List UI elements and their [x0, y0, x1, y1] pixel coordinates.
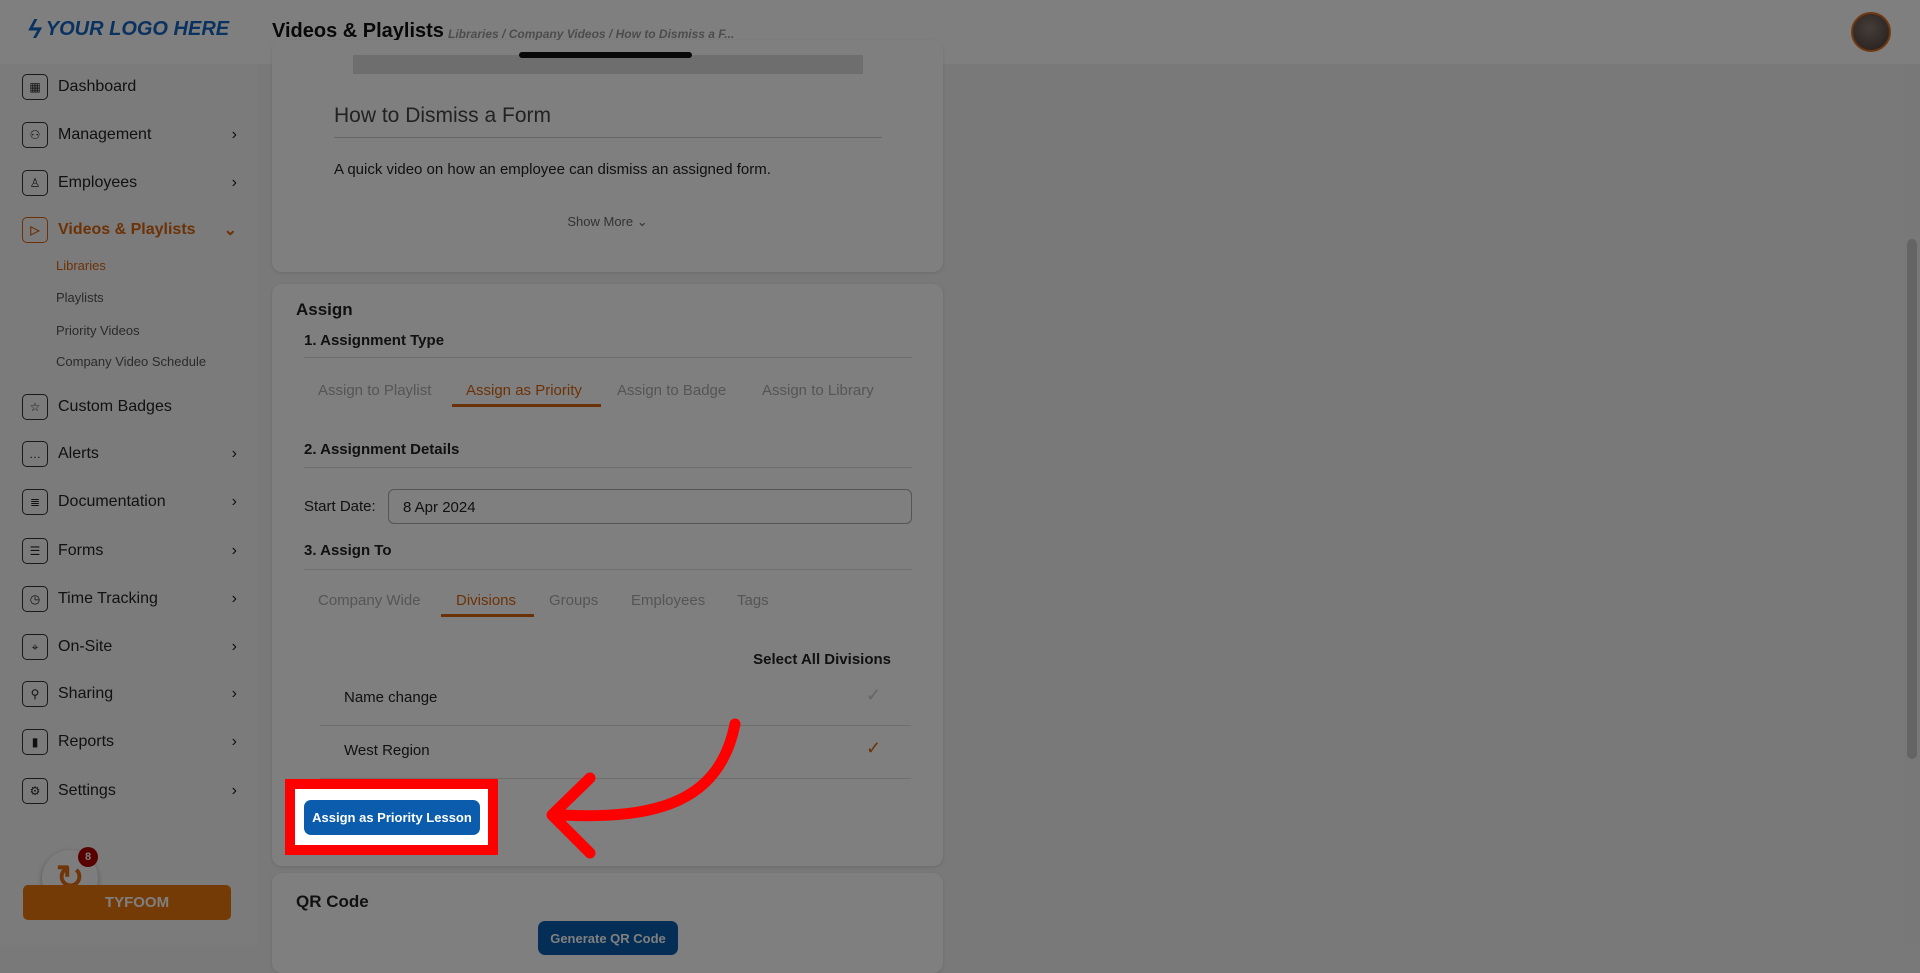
annotation-arrow	[546, 718, 741, 859]
